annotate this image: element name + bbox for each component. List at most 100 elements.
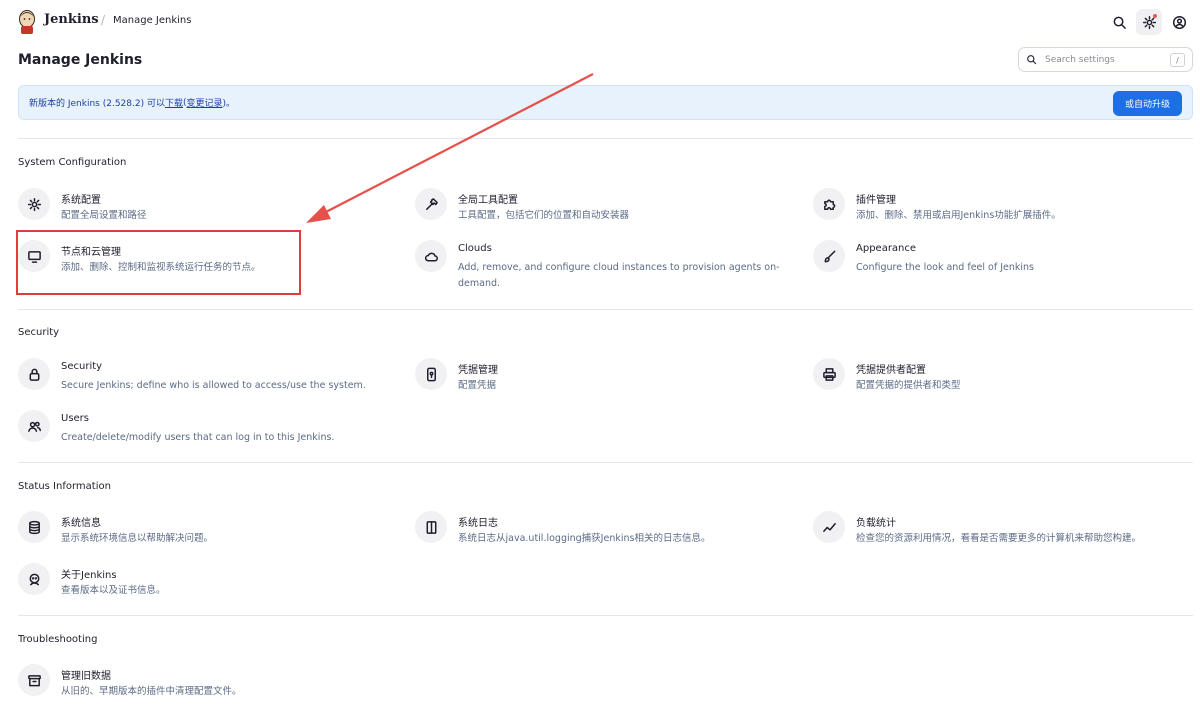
notice-text: 新版本的 Jenkins (2.528.2) 可以 — [29, 99, 165, 109]
item-icon-wrap — [813, 511, 845, 543]
item-icon-wrap — [18, 563, 50, 595]
annotation-highlight-box — [16, 230, 301, 295]
item-title: 全局工具配置 — [458, 195, 518, 206]
divider — [18, 615, 1193, 616]
item-description: 检查您的资源利用情况，看看是否需要更多的计算机来帮助您构建。 — [856, 533, 1142, 544]
user-button[interactable] — [1166, 9, 1192, 35]
search-settings-input[interactable] — [1045, 54, 1165, 65]
section-title-system-configuration: System Configuration — [18, 157, 127, 168]
search-shortcut-key: / — [1170, 53, 1185, 67]
item-icon-wrap — [18, 188, 50, 220]
changelog-link[interactable]: 变更记录 — [187, 96, 223, 109]
brand-name[interactable]: Jenkins — [44, 12, 99, 27]
top-bar: Jenkins / Manage Jenkins — [0, 0, 1200, 44]
item-description: Add, remove, and configure cloud instanc… — [458, 262, 780, 289]
item-description: 添加、删除、禁用或启用Jenkins功能扩展插件。 — [856, 210, 1061, 221]
notice-text-end: )。 — [222, 99, 236, 109]
item-title: 系统日志 — [458, 518, 498, 529]
auto-upgrade-button[interactable]: 或自动升级 — [1113, 91, 1182, 116]
item-clouds[interactable]: Clouds Add, remove, and configure cloud … — [415, 240, 795, 289]
item-icon-wrap — [813, 188, 845, 220]
item-icon-wrap — [18, 511, 50, 543]
jenkins-head-icon — [29, 573, 39, 585]
user-icon — [1172, 15, 1186, 29]
item-users[interactable]: Users Create/delete/modify users that ca… — [18, 410, 398, 454]
item-global-tool-config[interactable]: 全局工具配置 工具配置，包括它们的位置和自动安装器 — [415, 188, 795, 232]
item-credentials[interactable]: 凭据管理 配置凭据 — [415, 358, 795, 402]
item-description: 工具配置，包括它们的位置和自动安装器 — [458, 210, 630, 221]
breadcrumb-separator: / — [101, 13, 106, 27]
section-title-status-information: Status Information — [18, 481, 111, 492]
item-description: 从旧的、早期版本的插件中清理配置文件。 — [61, 686, 242, 697]
item-about-jenkins[interactable]: 关于Jenkins 查看版本以及证书信息。 — [18, 563, 398, 607]
item-description: 配置凭据 — [458, 380, 497, 391]
item-icon-wrap — [415, 511, 447, 543]
notification-dot — [1153, 14, 1157, 18]
search-settings[interactable]: / — [1018, 47, 1193, 72]
item-appearance[interactable]: Appearance Configure the look and feel o… — [813, 240, 1193, 284]
breadcrumb-manage-jenkins[interactable]: Manage Jenkins — [113, 15, 191, 26]
item-description: 显示系统环境信息以帮助解决问题。 — [61, 533, 214, 544]
item-description: Secure Jenkins; define who is allowed to… — [61, 380, 366, 391]
brush-icon — [824, 250, 835, 262]
item-system-info[interactable]: 系统信息 显示系统环境信息以帮助解决问题。 — [18, 511, 398, 555]
cloud-icon — [424, 252, 438, 261]
hammer-icon — [425, 197, 438, 210]
item-title: Security — [61, 361, 103, 372]
printer-icon — [822, 367, 836, 381]
phone-key-icon — [426, 367, 436, 381]
item-icon-wrap — [18, 358, 50, 390]
jenkins-logo[interactable] — [17, 9, 37, 35]
item-description: 系统日志从java.util.logging捕获Jenkins相关的日志信息。 — [458, 533, 711, 544]
item-description: 配置凭据的提供者和类型 — [856, 380, 961, 391]
update-notice: 新版本的 Jenkins (2.528.2) 可以 下载 (变更记录)。 — [18, 85, 1193, 120]
item-system-log[interactable]: 系统日志 系统日志从java.util.logging捕获Jenkins相关的日… — [415, 511, 795, 555]
lock-icon — [29, 368, 39, 381]
item-load-statistics[interactable]: 负载统计 检查您的资源利用情况，看看是否需要更多的计算机来帮助您构建。 — [813, 511, 1193, 555]
item-credential-providers[interactable]: 凭据提供者配置 配置凭据的提供者和类型 — [813, 358, 1193, 402]
search-icon — [1027, 55, 1037, 65]
search-icon — [1113, 16, 1126, 29]
item-title: Appearance — [856, 243, 917, 254]
item-title: Clouds — [458, 243, 492, 254]
item-icon-wrap — [813, 358, 845, 390]
users-icon — [27, 421, 41, 432]
item-title: 系统配置 — [61, 195, 101, 206]
item-title: 负载统计 — [856, 518, 896, 529]
item-description: Configure the look and feel of Jenkins — [856, 262, 1034, 273]
puzzle-icon — [823, 199, 835, 210]
item-title: Users — [61, 413, 90, 424]
item-icon-wrap — [813, 240, 845, 272]
item-description: 查看版本以及证书信息。 — [61, 585, 166, 596]
item-icon-wrap — [18, 410, 50, 442]
item-title: 凭据管理 — [458, 365, 498, 376]
divider — [18, 462, 1193, 463]
section-title-security: Security — [18, 327, 60, 338]
item-title: 系统信息 — [61, 518, 101, 529]
settings-button[interactable] — [1136, 9, 1162, 35]
divider — [18, 138, 1193, 139]
item-title: 凭据提供者配置 — [856, 365, 926, 376]
item-icon-wrap — [415, 240, 447, 272]
item-title: 插件管理 — [856, 195, 896, 206]
archive-icon — [27, 674, 41, 686]
item-description: 配置全局设置和路径 — [61, 210, 147, 221]
search-button[interactable] — [1106, 9, 1132, 35]
item-security[interactable]: Security Secure Jenkins; define who is a… — [18, 358, 398, 402]
item-system-config[interactable]: 系统配置 配置全局设置和路径 — [18, 188, 398, 232]
item-title: 关于Jenkins — [61, 570, 117, 581]
page-title: Manage Jenkins — [18, 52, 143, 68]
divider — [18, 309, 1193, 310]
download-link[interactable]: 下载 — [165, 96, 183, 109]
item-icon-wrap — [18, 664, 50, 696]
item-description: Create/delete/modify users that can log … — [61, 432, 335, 443]
section-title-troubleshooting: Troubleshooting — [18, 634, 98, 645]
item-icon-wrap — [415, 188, 447, 220]
item-icon-wrap — [415, 358, 447, 390]
trend-icon — [822, 522, 836, 532]
gear-icon — [27, 197, 41, 211]
item-title: 管理旧数据 — [61, 671, 111, 682]
item-plugin-manager[interactable]: 插件管理 添加、删除、禁用或启用Jenkins功能扩展插件。 — [813, 188, 1193, 232]
log-icon — [426, 520, 436, 534]
item-manage-old-data[interactable]: 管理旧数据 从旧的、早期版本的插件中清理配置文件。 — [18, 664, 398, 708]
